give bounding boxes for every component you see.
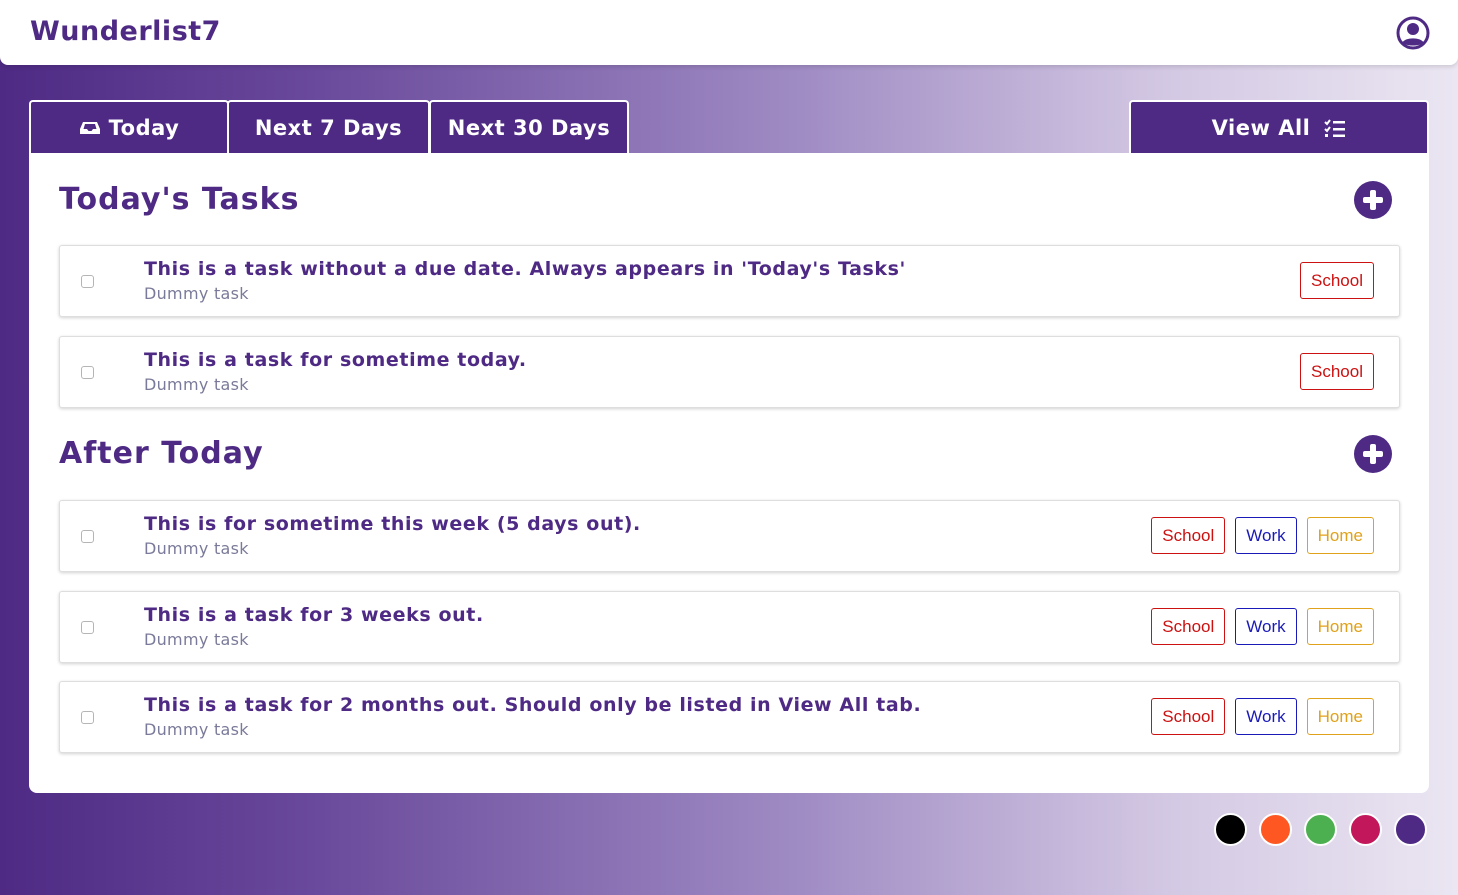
- tab-next-30-days[interactable]: Next 30 Days: [429, 100, 629, 153]
- app-title: Wunderlist7: [30, 16, 221, 47]
- task-description: Dummy task: [144, 539, 249, 558]
- theme-color-picker: [1214, 813, 1427, 846]
- task-title: This is a task for sometime today.: [144, 349, 527, 371]
- task-description: Dummy task: [144, 630, 249, 649]
- add-today-task-button[interactable]: [1354, 181, 1392, 219]
- user-account-icon[interactable]: [1396, 16, 1430, 50]
- section-title-after-today: After Today: [59, 436, 264, 471]
- tag-school[interactable]: School: [1151, 517, 1226, 554]
- tab-next-7-days-label: Next 7 Days: [254, 115, 403, 140]
- theme-swatch-black[interactable]: [1214, 813, 1247, 846]
- top-bar: Wunderlist7: [0, 0, 1458, 65]
- tag-school[interactable]: School: [1151, 698, 1226, 735]
- task-tags: School Work Home: [1151, 517, 1374, 554]
- task-item: This is a task for sometime today. Dummy…: [59, 336, 1400, 408]
- task-item: This is a task for 2 months out. Should …: [59, 681, 1400, 753]
- tab-view-all[interactable]: View All: [1129, 100, 1429, 153]
- task-item: This is a task for 3 weeks out. Dummy ta…: [59, 591, 1400, 663]
- theme-swatch-orange[interactable]: [1259, 813, 1292, 846]
- theme-swatch-crimson[interactable]: [1349, 813, 1382, 846]
- task-title: This is a task for 2 months out. Should …: [144, 694, 922, 716]
- task-checkbox[interactable]: [81, 366, 94, 379]
- tag-school[interactable]: School: [1300, 353, 1374, 390]
- task-checkbox[interactable]: [81, 711, 94, 724]
- theme-swatch-purple[interactable]: [1394, 813, 1427, 846]
- tag-home[interactable]: Home: [1306, 608, 1374, 645]
- task-item: This is a task without a due date. Alway…: [59, 245, 1400, 317]
- inbox-icon: [79, 121, 100, 134]
- task-checkbox[interactable]: [81, 621, 94, 634]
- tab-next-30-days-label: Next 30 Days: [447, 115, 611, 140]
- task-description: Dummy task: [144, 284, 249, 303]
- task-list-icon: [1324, 118, 1346, 137]
- tab-today-label: Today: [108, 115, 180, 140]
- task-tags: School: [1300, 353, 1374, 390]
- tag-home[interactable]: Home: [1306, 517, 1374, 554]
- tag-work[interactable]: Work: [1235, 698, 1297, 735]
- task-checkbox[interactable]: [81, 275, 94, 288]
- task-item: This is for sometime this week (5 days o…: [59, 500, 1400, 572]
- tag-work[interactable]: Work: [1235, 517, 1297, 554]
- task-checkbox[interactable]: [81, 530, 94, 543]
- tab-today[interactable]: Today: [29, 100, 229, 153]
- tab-next-7-days[interactable]: Next 7 Days: [227, 100, 430, 153]
- task-description: Dummy task: [144, 720, 249, 739]
- task-description: Dummy task: [144, 375, 249, 394]
- tag-school[interactable]: School: [1300, 262, 1374, 299]
- task-title: This is for sometime this week (5 days o…: [144, 513, 641, 535]
- task-tags: School: [1300, 262, 1374, 299]
- task-title: This is a task without a due date. Alway…: [144, 258, 906, 280]
- task-tags: School Work Home: [1151, 698, 1374, 735]
- task-panel: Today's Tasks This is a task without a d…: [29, 153, 1429, 793]
- add-after-today-task-button[interactable]: [1354, 435, 1392, 473]
- tag-home[interactable]: Home: [1306, 698, 1374, 735]
- task-title: This is a task for 3 weeks out.: [144, 604, 484, 626]
- tag-school[interactable]: School: [1151, 608, 1226, 645]
- theme-swatch-green[interactable]: [1304, 813, 1337, 846]
- tab-view-all-label: View All: [1211, 115, 1311, 140]
- tag-work[interactable]: Work: [1235, 608, 1297, 645]
- section-title-today: Today's Tasks: [59, 182, 300, 217]
- task-tags: School Work Home: [1151, 608, 1374, 645]
